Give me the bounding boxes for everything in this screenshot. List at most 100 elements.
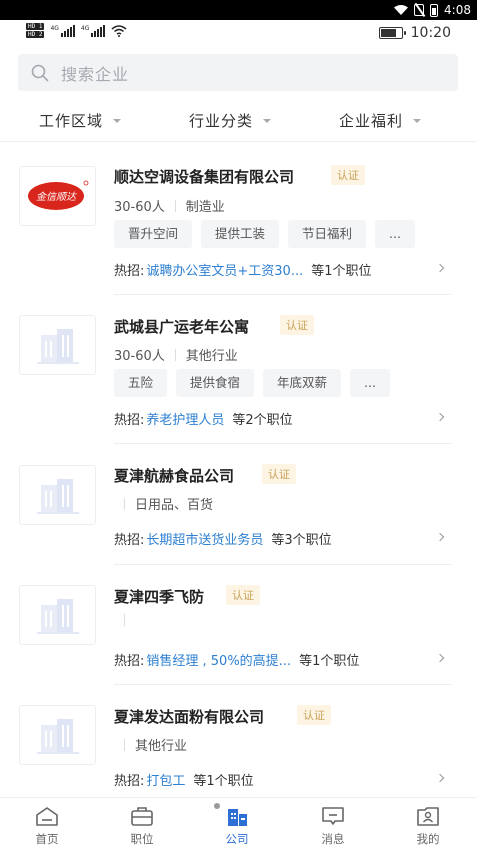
company-meta: 30-60人 其他行业 [114, 345, 238, 364]
welfare-tags: 五险 提供食宿 年底双薪 ... [114, 369, 390, 397]
company-logo [19, 705, 96, 765]
company-meta: 其他行业 [114, 735, 187, 754]
hot-label: 热招: [114, 264, 145, 279]
briefcase-icon [131, 807, 153, 826]
app-status-bar: HD 1 HD 2 4G 4G 10:20 [0, 20, 477, 46]
welfare-tag: 晋升空间 [114, 220, 193, 248]
company-name[interactable]: 顺达空调设备集团有限公司 [114, 166, 294, 187]
job-count: 等3个职位 [271, 533, 332, 548]
caret-down-icon [263, 118, 272, 123]
company-name[interactable]: 夏津发达面粉有限公司 [114, 706, 264, 727]
hot-jobs-row[interactable]: 热招: 长期超市送货业务员 等3个职位 [114, 529, 332, 548]
filter-label: 工作区域 [39, 112, 104, 130]
company-size: 30-60人 [114, 200, 165, 215]
message-icon [322, 807, 344, 825]
verified-badge: 认证 [226, 585, 260, 605]
search-placeholder: 搜索企业 [61, 64, 130, 84]
building-placeholder-icon [36, 329, 79, 364]
system-time: 4:08 [444, 3, 471, 17]
company-meta: 30-60人 制造业 [114, 196, 225, 215]
chevron-right-icon[interactable] [435, 532, 445, 542]
meta-divider [174, 348, 176, 361]
hot-jobs-row[interactable]: 热招: 销售经理 , 50%的高提... 等1个职位 [114, 650, 359, 669]
wifi-icon [394, 5, 409, 15]
company-card[interactable]: 夏津航赫食品公司 认证 日用品、百货 热招: 长期超市送货业务员 等3个职位 [0, 445, 477, 565]
company-name[interactable]: 夏津四季飞防 [114, 586, 204, 607]
hd1-label: HD 1 [26, 23, 45, 30]
hot-jobs-row[interactable]: 热招: 养老护理人员 等2个职位 [114, 409, 293, 428]
welfare-tag: 五险 [114, 369, 168, 397]
hot-job-link[interactable]: 销售经理 , 50%的高提... [146, 650, 291, 669]
welfare-tag: 提供食宿 [176, 369, 255, 397]
company-icon [228, 809, 247, 826]
no-sim-icon [414, 4, 425, 16]
hot-job-link[interactable]: 养老护理人员 [146, 409, 224, 428]
job-count: 等1个职位 [311, 264, 372, 279]
company-logo [19, 465, 96, 525]
welfare-tag: 节日福利 [288, 220, 367, 248]
tab-profile[interactable]: 我的 [398, 804, 458, 847]
signal-icon-2: 4G [80, 24, 106, 37]
building-placeholder-icon [36, 479, 79, 514]
company-card[interactable]: 金信顺达 顺达空调设备集团有限公司 认证 30-60人 制造业 晋升空间 提供工… [0, 143, 477, 295]
status-time: 10:20 [410, 25, 451, 41]
hot-jobs-row[interactable]: 热招: 诚聘办公室文员+工资30... 等1个职位 [114, 260, 372, 279]
filter-welfare[interactable]: 企业福利 [339, 110, 422, 131]
meta-divider [124, 497, 125, 510]
verified-badge: 认证 [331, 165, 365, 185]
network-label-1: 4G [50, 24, 59, 32]
tab-company[interactable]: 公司 [207, 804, 267, 847]
welfare-tag: 年底双薪 [263, 369, 342, 397]
hot-label: 热招: [114, 533, 145, 548]
company-name[interactable]: 武城县广运老年公寓 [114, 316, 249, 337]
home-icon [36, 807, 58, 826]
company-card[interactable]: 夏津四季飞防 认证 热招: 销售经理 , 50%的高提... 等1个职位 [0, 565, 477, 685]
hot-job-link[interactable]: 长期超市送货业务员 [146, 529, 263, 548]
company-industry: 日用品、百货 [135, 498, 214, 513]
caret-down-icon [413, 118, 422, 123]
network-label-2: 4G [80, 24, 90, 32]
chevron-right-icon[interactable] [435, 653, 445, 663]
hot-jobs-row[interactable]: 热招: 打包工 等1个职位 [114, 770, 254, 789]
tab-home[interactable]: 首页 [17, 804, 77, 847]
company-industry: 其他行业 [185, 349, 238, 364]
filter-industry[interactable]: 行业分类 [189, 110, 272, 131]
chevron-right-icon[interactable] [435, 263, 445, 273]
meta-divider [124, 614, 125, 626]
hot-job-link[interactable]: 诚聘办公室文员+工资30... [146, 260, 303, 279]
signal-icon-1: 4G [50, 24, 75, 37]
building-placeholder-icon [36, 719, 79, 754]
company-logo [19, 585, 96, 645]
chevron-right-icon[interactable] [435, 412, 445, 422]
company-logo [19, 315, 96, 375]
tab-label: 我的 [416, 832, 440, 846]
battery-icon [378, 27, 406, 39]
meta-divider [174, 199, 176, 212]
tab-label: 公司 [225, 832, 249, 846]
job-count: 等1个职位 [299, 654, 360, 669]
company-size: 30-60人 [114, 349, 165, 364]
verified-badge: 认证 [297, 705, 331, 725]
chevron-right-icon[interactable] [435, 773, 445, 783]
tab-jobs[interactable]: 职位 [112, 804, 172, 847]
company-card[interactable]: 夏津发达面粉有限公司 认证 其他行业 热招: 打包工 等1个职位 [0, 685, 477, 797]
company-industry: 其他行业 [135, 739, 188, 754]
tab-label: 职位 [130, 832, 154, 846]
filter-work-area[interactable]: 工作区域 [39, 110, 122, 131]
tab-messages[interactable]: 消息 [303, 804, 363, 847]
welfare-tags: 晋升空间 提供工装 节日福利 ... [114, 220, 415, 248]
red-brand-logo: 金信顺达 [27, 180, 88, 210]
hot-job-link[interactable]: 打包工 [146, 770, 185, 789]
search-icon [31, 64, 49, 81]
filter-label: 企业福利 [339, 112, 404, 130]
company-meta: 日用品、百货 [114, 494, 213, 513]
verified-badge: 认证 [280, 315, 314, 335]
company-industry: 制造业 [185, 200, 225, 215]
search-input[interactable]: 搜索企业 [18, 54, 458, 91]
tab-label: 首页 [35, 832, 59, 846]
company-name[interactable]: 夏津航赫食品公司 [114, 465, 234, 486]
company-card[interactable]: 武城县广运老年公寓 认证 30-60人 其他行业 五险 提供食宿 年底双薪 ..… [0, 295, 477, 445]
filter-bar: 工作区域 行业分类 企业福利 [0, 100, 477, 142]
company-meta [114, 614, 135, 626]
bottom-tab-bar: 首页 职位 公司 消息 我的 [0, 797, 477, 849]
